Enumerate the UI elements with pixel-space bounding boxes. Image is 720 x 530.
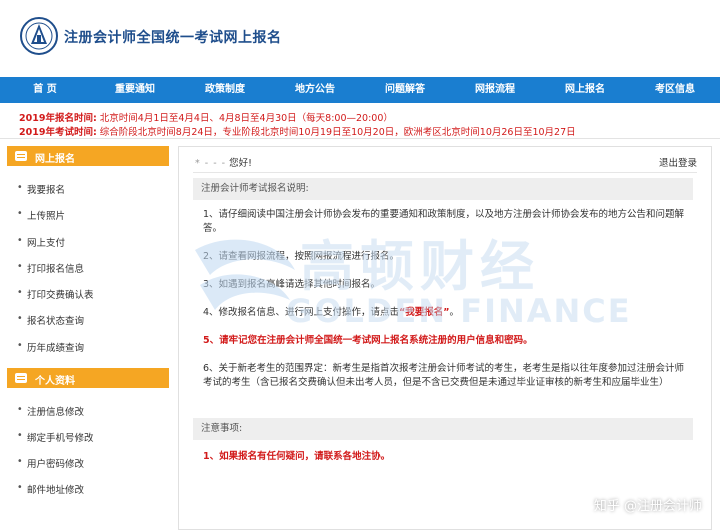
sidebar-section-title: 个人资料	[35, 376, 75, 387]
registration-time-notice: 2019年报名时间: 北京时间4月1日至4月4日、4月8日至4月30日（每天8:…	[19, 110, 393, 124]
instruction-4-text: 4、修改报名信息、进行网上支付操作，请点击	[203, 307, 400, 318]
sidebar-header-registration: 网上报名	[7, 146, 169, 166]
notice-bar: 2019年报名时间: 北京时间4月1日至4月4日、4月8日至4月30日（每天8:…	[0, 106, 720, 139]
nav-policies[interactable]: 政策制度	[180, 77, 270, 103]
sidebar-header-personal: 个人资料	[7, 368, 169, 388]
sidebar-item-upload-photo[interactable]: 上传照片	[17, 208, 65, 222]
nav-faq[interactable]: 问题解答	[360, 77, 450, 103]
site-header: 注册会计师全国统一考试网上报名	[0, 0, 720, 77]
greeting-suffix: 您好!	[229, 158, 252, 169]
site-title: 注册会计师全国统一考试网上报名	[64, 30, 282, 46]
sidebar-item-print-payment-confirmation[interactable]: 打印交费确认表	[17, 287, 93, 301]
sidebar-item-edit-password[interactable]: 用户密码修改	[17, 456, 84, 470]
nav-important-notices[interactable]: 重要通知	[90, 77, 180, 103]
nav-local-announcements[interactable]: 地方公告	[270, 77, 360, 103]
notes-title: 注意事项:	[193, 418, 693, 440]
sidebar-item-register[interactable]: 我要报名	[17, 182, 65, 196]
nav-registration-process[interactable]: 网报流程	[450, 77, 540, 103]
instruction-5: 5、请牢记您在注册会计师全国统一考试网上报名系统注册的用户信息和密码。	[203, 335, 533, 346]
registration-time-text: 北京时间4月1日至4月4日、4月8日至4月30日（每天8:00—20:00）	[99, 113, 393, 124]
instruction-4-suffix: 。	[449, 307, 460, 318]
nav-exam-area-info[interactable]: 考区信息	[630, 77, 720, 103]
instruction-1: 1、请仔细阅读中国注册会计师协会发布的重要通知和政策制度，以及地方注册会计师协会…	[203, 209, 685, 234]
registration-time-label: 2019年报名时间:	[19, 113, 97, 124]
sidebar-section-title: 网上报名	[35, 154, 75, 165]
sidebar-item-print-registration[interactable]: 打印报名信息	[17, 261, 84, 275]
nav-online-registration[interactable]: 网上报名	[540, 77, 630, 103]
instructions-title: 注册会计师考试报名说明:	[193, 178, 693, 200]
sidebar-item-online-payment[interactable]: 网上支付	[17, 235, 65, 249]
note-1: 1、如果报名有任何疑问，请联系各地注协。	[203, 451, 391, 462]
divider	[193, 172, 697, 173]
sidebar-item-edit-phone[interactable]: 绑定手机号修改	[17, 430, 93, 444]
sidebar-item-past-scores[interactable]: 历年成绩查询	[17, 340, 84, 354]
greeting: * - - - 您好!	[195, 155, 252, 169]
sidebar: 网上报名 我要报名 上传照片 网上支付 打印报名信息 打印交费确认表 报名状态查…	[7, 146, 169, 528]
list-icon	[15, 373, 27, 383]
sidebar-item-edit-registration-info[interactable]: 注册信息修改	[17, 404, 84, 418]
zhihu-credit: 知乎 @注册会计师	[593, 499, 702, 514]
exam-time-notice: 2019年考试时间: 综合阶段北京时间8月24日，专业阶段北京时间10月19日至…	[19, 124, 576, 138]
cicpa-logo-icon	[20, 17, 58, 55]
user-name: * - - -	[195, 158, 227, 169]
exam-time-text: 综合阶段北京时间8月24日，专业阶段北京时间10月19日至10月20日，欧洲考区…	[99, 127, 576, 138]
instruction-3: 3、如遇到报名高峰请选择其他时间报名。	[203, 279, 381, 290]
main-panel: * - - - 您好! 退出登录 注册会计师考试报名说明: 1、请仔细阅读中国注册…	[178, 146, 712, 530]
register-link[interactable]: “我要报名”	[399, 307, 450, 318]
sidebar-item-registration-status[interactable]: 报名状态查询	[17, 313, 84, 327]
instruction-2: 2、请查看网报流程，按照网报流程进行报名。	[203, 251, 400, 262]
logout-link[interactable]: 退出登录	[659, 155, 697, 169]
list-icon	[15, 151, 27, 161]
nav-home[interactable]: 首 页	[0, 77, 90, 103]
sidebar-item-edit-email[interactable]: 邮件地址修改	[17, 482, 84, 496]
exam-time-label: 2019年考试时间:	[19, 127, 97, 138]
main-nav: 首 页 重要通知 政策制度 地方公告 问题解答 网报流程 网上报名 考区信息	[0, 77, 720, 103]
instruction-4: 4、修改报名信息、进行网上支付操作，请点击“我要报名”。	[203, 306, 693, 320]
instruction-6: 6、关于新老考生的范围界定：新考生是指首次报考注册会计师考试的考生，老考生是指以…	[203, 363, 685, 388]
